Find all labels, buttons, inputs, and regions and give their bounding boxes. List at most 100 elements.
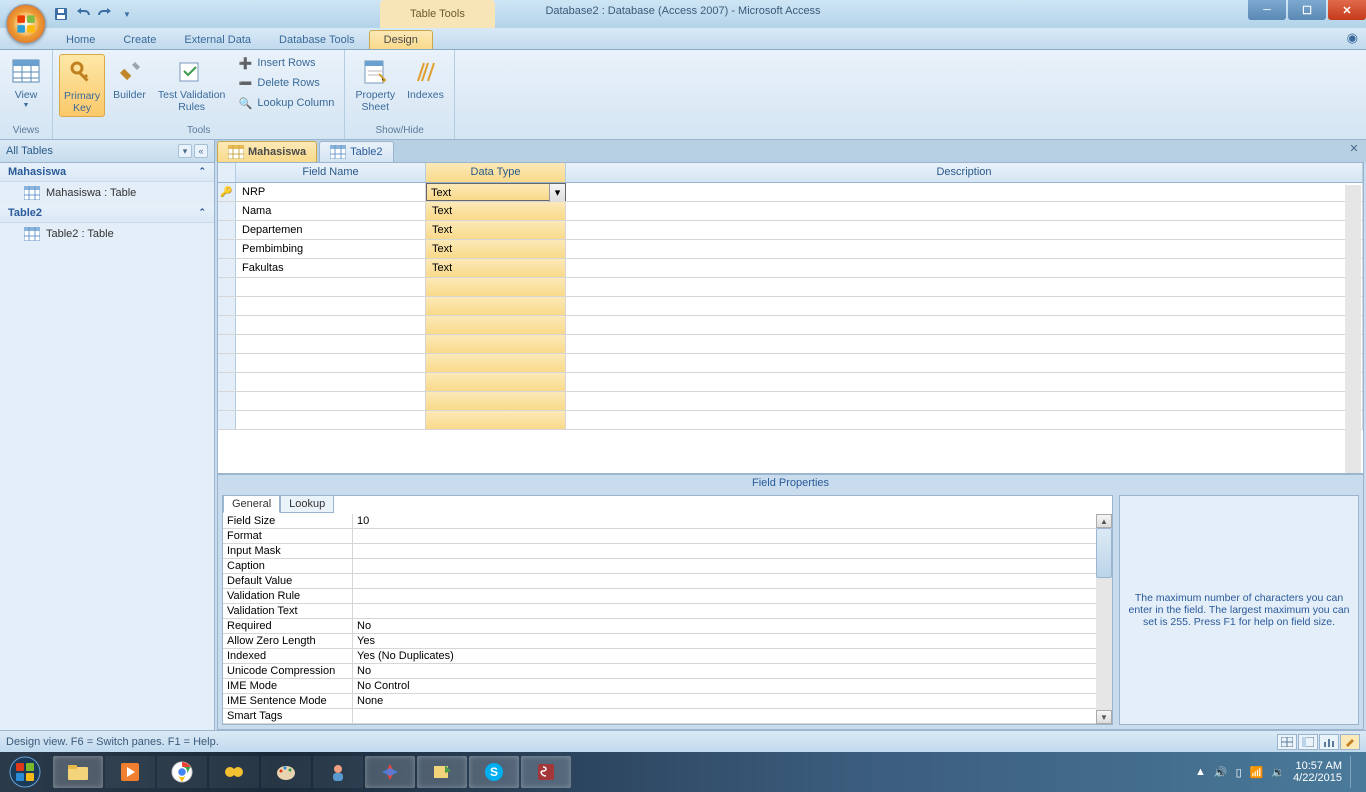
field-name-cell[interactable]	[236, 411, 426, 429]
nav-item[interactable]: Mahasiswa : Table	[0, 182, 214, 204]
property-value[interactable]	[353, 529, 1112, 543]
data-type-cell[interactable]	[426, 316, 566, 334]
field-name-cell[interactable]: Pembimbing	[236, 240, 426, 258]
fp-tab-lookup[interactable]: Lookup	[280, 495, 334, 513]
field-name-cell[interactable]	[236, 297, 426, 315]
delete-rows-button[interactable]: ➖Delete Rows	[233, 74, 338, 92]
view-button[interactable]: View ▼	[6, 54, 46, 111]
nav-group-header[interactable]: Mahasiswa⌃	[0, 163, 214, 182]
property-row[interactable]: Allow Zero LengthYes	[223, 634, 1112, 649]
design-row[interactable]	[218, 316, 1363, 335]
tab-external-data[interactable]: External Data	[170, 31, 265, 49]
data-type-cell[interactable]	[426, 373, 566, 391]
design-row[interactable]	[218, 411, 1363, 430]
row-selector[interactable]	[218, 392, 236, 410]
property-value[interactable]	[353, 709, 1112, 723]
description-cell[interactable]	[566, 392, 1363, 410]
nav-item[interactable]: Table2 : Table	[0, 223, 214, 245]
tab-create[interactable]: Create	[109, 31, 170, 49]
row-selector[interactable]	[218, 202, 236, 220]
field-name-cell[interactable]: NRP	[236, 183, 426, 201]
scroll-thumb[interactable]	[1096, 528, 1112, 578]
tray-network-icon[interactable]: 📶	[1250, 766, 1264, 779]
field-name-cell[interactable]: Departemen	[236, 221, 426, 239]
taskbar-app2[interactable]	[313, 756, 363, 788]
data-type-cell[interactable]: Text	[426, 259, 566, 277]
property-value[interactable]: No	[353, 664, 1112, 678]
data-type-cell[interactable]: Text▾	[426, 183, 566, 201]
redo-icon[interactable]	[96, 5, 114, 23]
row-selector[interactable]	[218, 411, 236, 429]
help-button[interactable]: ◉	[1347, 30, 1358, 46]
taskbar-chrome[interactable]	[157, 756, 207, 788]
tray-clock[interactable]: 10:57 AM 4/22/2015	[1293, 760, 1342, 784]
design-row[interactable]	[218, 335, 1363, 354]
primary-key-button[interactable]: Primary Key	[59, 54, 105, 117]
design-row[interactable]: DepartemenText	[218, 221, 1363, 240]
row-selector[interactable]	[218, 278, 236, 296]
description-cell[interactable]	[566, 373, 1363, 391]
property-row[interactable]: Input Mask	[223, 544, 1112, 559]
data-type-cell[interactable]	[426, 354, 566, 372]
taskbar-app1[interactable]	[209, 756, 259, 788]
fp-scrollbar[interactable]: ▲ ▼	[1096, 514, 1112, 724]
description-cell[interactable]	[566, 297, 1363, 315]
field-name-cell[interactable]	[236, 335, 426, 353]
data-type-cell[interactable]: Text	[426, 202, 566, 220]
nav-collapse-icon[interactable]: «	[194, 144, 208, 158]
property-row[interactable]: IndexedYes (No Duplicates)	[223, 649, 1112, 664]
property-value[interactable]: 10	[353, 514, 1112, 528]
description-cell[interactable]	[566, 259, 1363, 277]
tray-volume-icon[interactable]: 🔊	[1214, 766, 1228, 779]
design-row[interactable]	[218, 278, 1363, 297]
grid-scrollbar[interactable]	[1345, 185, 1361, 473]
taskbar-app3[interactable]	[417, 756, 467, 788]
property-row[interactable]: Caption	[223, 559, 1112, 574]
property-value[interactable]: None	[353, 694, 1112, 708]
view-datasheet-button[interactable]	[1277, 734, 1297, 750]
description-cell[interactable]	[566, 240, 1363, 258]
doctab-mahasiswa[interactable]: Mahasiswa	[217, 141, 317, 162]
property-value[interactable]	[353, 544, 1112, 558]
data-type-cell[interactable]: Text	[426, 240, 566, 258]
row-selector[interactable]: 🔑	[218, 183, 236, 201]
property-row[interactable]: Field Size10	[223, 514, 1112, 529]
design-row[interactable]: PembimbingText	[218, 240, 1363, 259]
row-selector[interactable]	[218, 354, 236, 372]
data-type-cell[interactable]	[426, 411, 566, 429]
field-name-cell[interactable]	[236, 278, 426, 296]
property-value[interactable]	[353, 589, 1112, 603]
nav-group-header[interactable]: Table2⌃	[0, 204, 214, 223]
view-pivottable-button[interactable]	[1298, 734, 1318, 750]
taskbar-media[interactable]	[105, 756, 155, 788]
taskbar-access[interactable]	[521, 756, 571, 788]
property-value[interactable]: No	[353, 619, 1112, 633]
property-value[interactable]: Yes (No Duplicates)	[353, 649, 1112, 663]
field-name-cell[interactable]	[236, 354, 426, 372]
tray-sound-icon[interactable]: 🔉	[1271, 766, 1285, 779]
field-name-cell[interactable]: Nama	[236, 202, 426, 220]
field-name-cell[interactable]	[236, 392, 426, 410]
builder-button[interactable]: Builder	[109, 54, 150, 104]
description-cell[interactable]	[566, 278, 1363, 296]
data-type-cell[interactable]	[426, 297, 566, 315]
qat-dropdown-icon[interactable]: ▼	[118, 5, 136, 23]
taskbar-paint[interactable]	[261, 756, 311, 788]
design-row[interactable]: NamaText	[218, 202, 1363, 221]
tab-database-tools[interactable]: Database Tools	[265, 31, 369, 49]
property-row[interactable]: RequiredNo	[223, 619, 1112, 634]
design-row[interactable]	[218, 392, 1363, 411]
fp-tab-general[interactable]: General	[223, 495, 280, 513]
property-sheet-button[interactable]: Property Sheet	[351, 54, 399, 115]
property-value[interactable]	[353, 574, 1112, 588]
design-row[interactable]	[218, 297, 1363, 316]
description-cell[interactable]	[566, 316, 1363, 334]
maximize-button[interactable]: ☐	[1288, 0, 1326, 20]
description-cell[interactable]	[566, 335, 1363, 353]
property-value[interactable]	[353, 604, 1112, 618]
save-icon[interactable]	[52, 5, 70, 23]
office-button[interactable]	[6, 4, 46, 44]
taskbar-skype[interactable]: S	[469, 756, 519, 788]
data-type-cell[interactable]: Text	[426, 221, 566, 239]
property-row[interactable]: Unicode CompressionNo	[223, 664, 1112, 679]
